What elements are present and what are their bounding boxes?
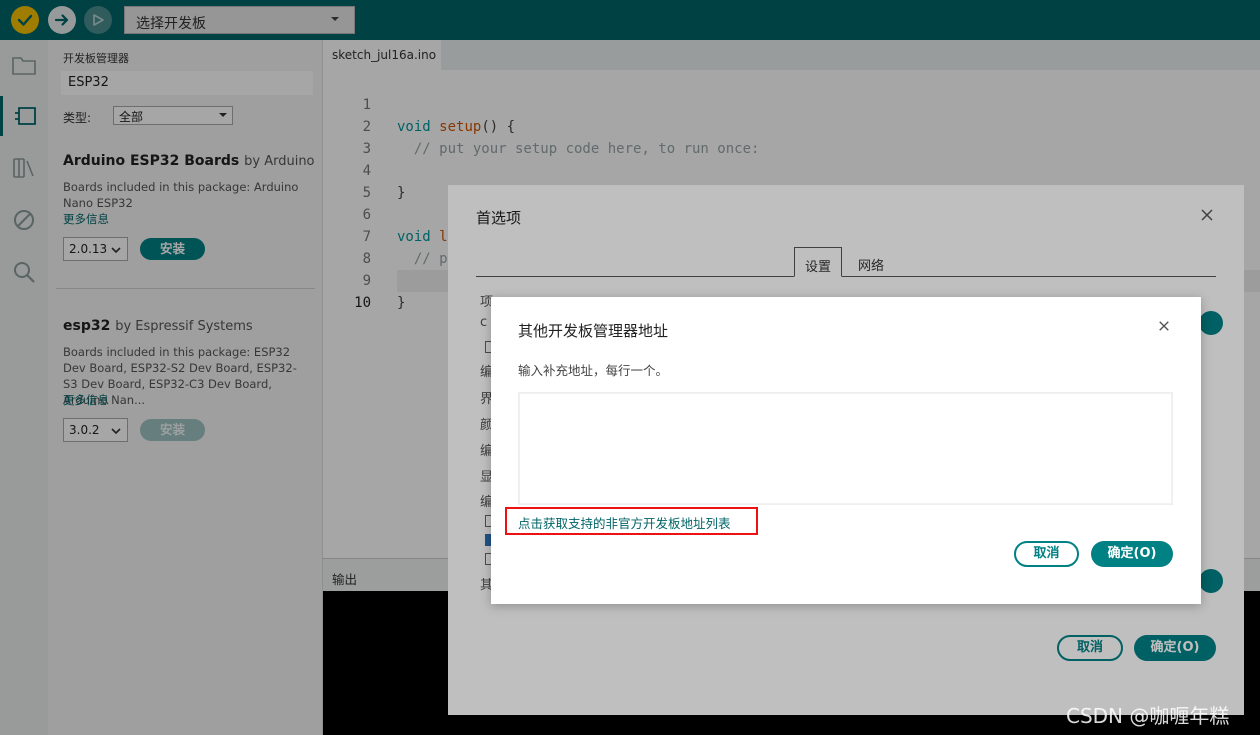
- ok-button[interactable]: 确定(O): [1091, 541, 1173, 567]
- additional-urls-dialog: 其他开发板管理器地址 输入补充地址，每行一个。 点击获取支持的非官方开发板地址列…: [491, 297, 1201, 604]
- cancel-button[interactable]: 取消: [1014, 541, 1079, 567]
- watermark: CSDN @咖喱年糕: [1066, 704, 1230, 728]
- dialog-title: 其他开发板管理器地址: [518, 322, 669, 340]
- unofficial-boards-link[interactable]: 点击获取支持的非官方开发板地址列表: [518, 513, 731, 532]
- close-icon[interactable]: [1158, 320, 1170, 332]
- urls-textarea[interactable]: [518, 392, 1173, 505]
- dialog-instructions: 输入补充地址，每行一个。: [518, 363, 669, 378]
